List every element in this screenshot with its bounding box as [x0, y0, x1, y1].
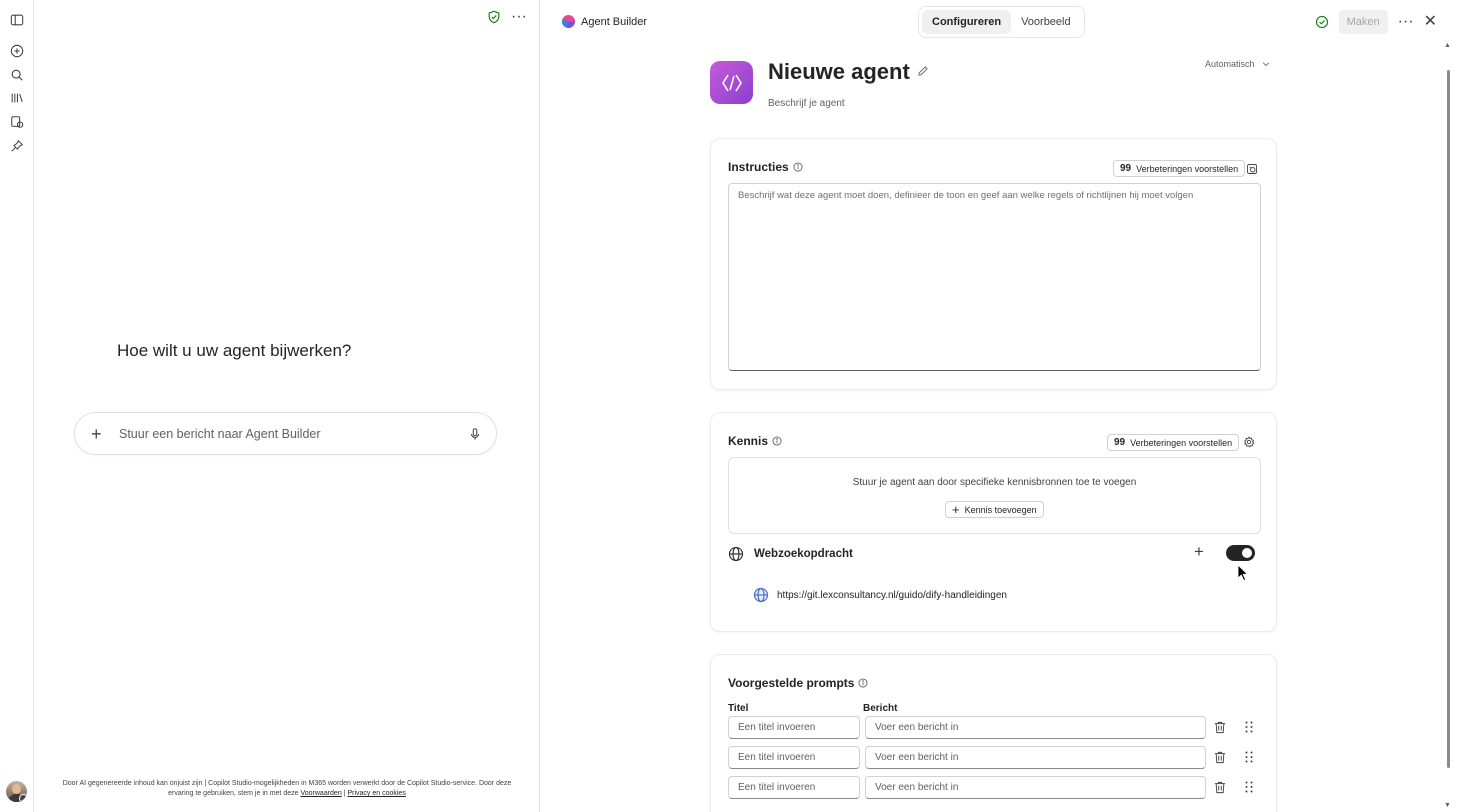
chat-message-input[interactable]	[119, 426, 468, 441]
trash-icon[interactable]	[1214, 751, 1226, 764]
add-knowledge-button[interactable]: + Kennis toevoegen	[945, 501, 1044, 518]
plus-icon: +	[952, 502, 960, 517]
knowledge-empty-message: Stuur je agent aan door specifieke kenni…	[852, 477, 1137, 488]
prompt-title-input[interactable]	[728, 716, 860, 739]
suggest-improvements-label: Verbeteringen voorstellen	[1130, 437, 1233, 448]
tab-preview[interactable]: Voorbeeld	[1011, 10, 1081, 34]
prompt-title-input[interactable]	[728, 746, 860, 769]
chat-pane: ··· Hoe wilt u uw agent bijwerken? + Doo…	[34, 0, 540, 812]
prompts-heading: Voorgestelde prompts	[728, 676, 868, 690]
scroll-down-arrow[interactable]: ▼	[1444, 802, 1451, 809]
prompt-title-input[interactable]	[728, 776, 860, 799]
builder-pane: Agent Builder Configureren Voorbeeld Mak…	[541, 0, 1462, 812]
disclaimer-text: Door AI gegenereerde inhoud kan onjuist …	[62, 780, 512, 797]
app-title: Agent Builder	[562, 15, 647, 28]
drag-handle-icon[interactable]	[1243, 750, 1255, 764]
web-search-toggle[interactable]	[1226, 545, 1255, 561]
prompt-row	[728, 716, 1268, 739]
knowledge-heading: Kennis	[728, 434, 782, 448]
web-search-label: Webzoekopdracht	[754, 548, 853, 560]
suggest-improvements-button[interactable]: 99 Verbeteringen voorstellen	[1107, 434, 1240, 451]
search-icon[interactable]	[8, 66, 26, 84]
globe-icon	[728, 546, 744, 562]
prompt-row	[728, 746, 1268, 769]
instructions-heading: Instructies	[728, 160, 803, 174]
knowledge-dropzone: Stuur je agent aan door specifieke kenni…	[728, 457, 1261, 534]
pin-icon[interactable]	[8, 137, 26, 155]
app-title-text: Agent Builder	[581, 15, 648, 28]
prompt-message-input[interactable]	[865, 716, 1206, 739]
microphone-icon[interactable]	[468, 427, 482, 441]
model-select-label: Automatisch	[1205, 59, 1255, 69]
quote-icon: 99	[1120, 163, 1132, 174]
drag-handle-icon[interactable]	[1243, 720, 1255, 734]
info-icon[interactable]	[858, 678, 868, 688]
prompts-title: Voorgestelde prompts	[728, 676, 855, 690]
instructions-title: Instructies	[728, 160, 789, 174]
copilot-logo-icon	[562, 15, 575, 28]
agent-description[interactable]: Beschrijf je agent	[768, 98, 845, 109]
drag-handle-icon[interactable]	[1243, 780, 1255, 794]
knowledge-title: Kennis	[728, 434, 769, 448]
prompt-message-input[interactable]	[865, 746, 1206, 769]
agent-logo-icon[interactable]	[710, 61, 753, 104]
scrollbar-thumb[interactable]	[1447, 70, 1450, 768]
edit-pencil-icon[interactable]	[917, 65, 929, 77]
more-options-icon[interactable]: ···	[511, 9, 527, 25]
prompt-row	[728, 776, 1268, 799]
make-button[interactable]: Maken	[1338, 10, 1388, 34]
info-icon[interactable]	[793, 162, 803, 172]
settings-gear-icon[interactable]	[1243, 436, 1255, 448]
link-separator: |	[343, 790, 346, 797]
more-options-icon[interactable]: ···	[1398, 14, 1414, 30]
info-icon[interactable]	[772, 436, 782, 446]
trash-icon[interactable]	[1214, 721, 1226, 734]
trash-icon[interactable]	[1214, 781, 1226, 794]
add-web-source-icon[interactable]: +	[1194, 543, 1204, 560]
chevron-down-icon	[1262, 62, 1269, 67]
chat-prompt-heading: Hoe wilt u uw agent bijwerken?	[117, 341, 352, 360]
agents-icon[interactable]	[8, 113, 26, 131]
privacy-link[interactable]: Privacy en cookies	[347, 790, 405, 797]
shield-check-icon[interactable]	[487, 10, 501, 24]
close-icon[interactable]: ✕	[1424, 14, 1437, 30]
knowledge-source-url[interactable]: https://git.lexconsultancy.nl/guido/dify…	[777, 590, 1007, 601]
instructions-card: Instructies 99 Verbeteringen voorstellen	[710, 138, 1277, 390]
quote-icon: 99	[1114, 437, 1126, 448]
column-message: Bericht	[863, 703, 898, 714]
globe-icon	[753, 587, 769, 603]
attach-plus-icon[interactable]: +	[91, 425, 107, 443]
status-check-icon	[1315, 15, 1328, 29]
avatar[interactable]	[6, 781, 27, 802]
new-chat-icon[interactable]	[8, 42, 26, 60]
copy-icon[interactable]	[1246, 163, 1258, 175]
column-title: Titel	[728, 703, 749, 714]
disclaimer: Door AI gegenereerde inhoud kan onjuist …	[54, 779, 520, 799]
model-select[interactable]: Automatisch	[1205, 59, 1271, 69]
knowledge-card: Kennis 99 Verbeteringen voorstellen Stuu…	[710, 412, 1277, 632]
library-icon[interactable]	[8, 89, 26, 107]
suggest-improvements-label: Verbeteringen voorstellen	[1136, 163, 1239, 174]
mode-tabs: Configureren Voorbeeld	[918, 6, 1085, 38]
mouse-cursor-icon	[1237, 564, 1249, 582]
suggest-improvements-button[interactable]: 99 Verbeteringen voorstellen	[1113, 160, 1246, 177]
tab-configure[interactable]: Configureren	[922, 10, 1012, 34]
builder-topbar: Agent Builder Configureren Voorbeeld Mak…	[541, 0, 1462, 44]
add-knowledge-label: Kennis toevoegen	[964, 504, 1037, 515]
terms-link[interactable]: Voorwaarden	[300, 790, 341, 797]
left-rail	[0, 0, 34, 812]
instructions-textarea[interactable]	[728, 183, 1261, 371]
prompt-message-input[interactable]	[865, 776, 1206, 799]
suggested-prompts-card: Voorgestelde prompts Titel Bericht	[710, 654, 1277, 812]
agent-name: Nieuwe agent	[768, 59, 910, 84]
sidebar-toggle-icon[interactable]	[8, 11, 26, 29]
chat-input-box[interactable]: +	[74, 412, 497, 455]
scroll-up-arrow[interactable]: ▲	[1444, 42, 1451, 49]
